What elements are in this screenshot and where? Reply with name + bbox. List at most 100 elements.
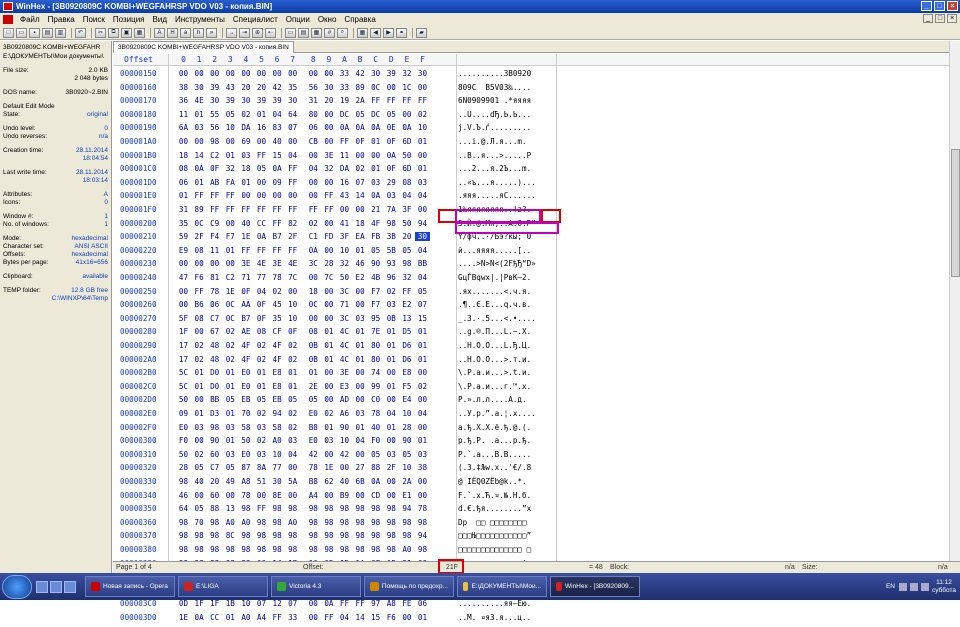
hex-byte[interactable]: E0 <box>306 409 321 418</box>
hex-byte[interactable]: 11 <box>176 110 191 119</box>
hex-byte[interactable]: 7C <box>321 273 336 282</box>
hex-byte[interactable]: 00 <box>321 178 336 187</box>
hex-byte[interactable]: 98 <box>254 545 269 554</box>
hex-byte[interactable]: 98 <box>207 531 222 540</box>
menu-file[interactable]: Файл <box>16 15 44 24</box>
hex-byte[interactable]: 02 <box>223 355 238 364</box>
hex-byte[interactable]: 05 <box>368 450 383 459</box>
hex-row[interactable]: 00000220 E9 08 11 01 FF FF FF FF 0A 00 10 01 05 5B 05 04… <box>113 246 949 260</box>
hex-byte[interactable]: 00 <box>254 69 269 78</box>
hex-byte[interactable]: 04 <box>306 164 321 173</box>
hex-byte[interactable]: 0D <box>176 599 191 608</box>
hex-byte[interactable]: 20 <box>238 83 253 92</box>
hex-byte[interactable]: 00 <box>306 314 321 323</box>
hex-byte[interactable]: 02 <box>306 219 321 228</box>
hex-byte[interactable]: 07 <box>285 599 300 608</box>
hex-byte[interactable]: 00 <box>353 151 368 160</box>
hex-byte[interactable]: 98 <box>321 504 336 513</box>
hex-byte[interactable]: 18 <box>238 164 253 173</box>
menu-help[interactable]: Справка <box>340 15 379 24</box>
hex-byte[interactable]: 04 <box>415 409 430 418</box>
hex-byte[interactable]: A6 <box>337 409 352 418</box>
hex-byte[interactable]: 00 <box>192 69 207 78</box>
hex-byte[interactable]: 01 <box>353 246 368 255</box>
hex-byte[interactable]: 01 <box>321 355 336 364</box>
hex-byte[interactable]: E0 <box>306 436 321 445</box>
ascii-text[interactable]: ....>N>N<(2FђЂ“D» <box>458 259 536 268</box>
hex-byte[interactable]: A4 <box>306 491 321 500</box>
hex-byte[interactable]: FB <box>368 232 383 241</box>
hex-byte[interactable]: 98 <box>207 423 222 432</box>
hex-byte[interactable]: 98 <box>176 531 191 540</box>
hex-byte[interactable]: 42 <box>306 450 321 459</box>
hex-byte[interactable]: 00 <box>254 178 269 187</box>
hex-byte[interactable]: FF <box>321 613 336 622</box>
ascii-text[interactable]: .яx.......<.ч.я. <box>458 287 531 296</box>
hex-byte[interactable]: 98 <box>176 545 191 554</box>
hex-byte[interactable]: E0 <box>238 450 253 459</box>
hex-byte[interactable]: 10 <box>223 123 238 132</box>
hex-byte[interactable]: 00 <box>353 205 368 214</box>
hex-row[interactable]: 00000180 11 01 55 05 02 01 04 64 80 00 DC 05 DC 05 00 02… <box>113 110 949 124</box>
hex-byte[interactable]: 0A <box>399 123 414 132</box>
hex-byte[interactable]: 94 <box>415 219 430 228</box>
hex-byte[interactable]: 01 <box>415 436 430 445</box>
hex-byte[interactable]: 40 <box>192 477 207 486</box>
calculator-icon[interactable]: ▦ <box>311 27 322 38</box>
hex-byte[interactable]: 00 <box>399 613 414 622</box>
new-file-icon[interactable]: □ <box>3 27 14 38</box>
hex-byte[interactable]: 67 <box>207 327 222 336</box>
hex-byte[interactable]: 01 <box>192 110 207 119</box>
hex-byte[interactable]: 7C <box>285 273 300 282</box>
hex-byte[interactable]: 45 <box>270 300 285 309</box>
hex-byte[interactable]: 60 <box>207 450 222 459</box>
hex-byte[interactable]: FF <box>306 205 321 214</box>
hex-byte[interactable]: 0F <box>384 137 399 146</box>
hex-byte[interactable]: FF <box>238 246 253 255</box>
hex-byte[interactable]: 98 <box>337 518 352 527</box>
hex-byte[interactable]: 00 <box>306 69 321 78</box>
hex-byte[interactable]: 98 <box>337 504 352 513</box>
hex-byte[interactable]: 04 <box>337 613 352 622</box>
hex-row[interactable]: 00000150 00 00 00 00 00 00 00 00 00 00 33 42 30 39 32 30… <box>113 69 949 83</box>
hex-byte[interactable]: 01 <box>223 613 238 622</box>
hex-byte[interactable]: A0 <box>223 518 238 527</box>
hex-byte[interactable]: 01 <box>285 368 300 377</box>
hex-byte[interactable]: FF <box>399 96 414 105</box>
mdi-close-button[interactable]: × <box>947 14 957 23</box>
hex-byte[interactable]: 03 <box>254 450 269 459</box>
hex-byte[interactable]: 04 <box>415 273 430 282</box>
hex-byte[interactable]: 00 <box>384 436 399 445</box>
hex-row[interactable]: 00000270 5F 08 C7 0C B7 0F 35 10 00 00 3C 03 95 0B 13 15… <box>113 314 949 328</box>
hex-byte[interactable]: 90 <box>368 259 383 268</box>
hex-byte[interactable]: CF <box>270 327 285 336</box>
hex-byte[interactable]: E8 <box>399 368 414 377</box>
hex-byte[interactable]: 00 <box>384 491 399 500</box>
hex-byte[interactable]: FF <box>192 191 207 200</box>
hex-byte[interactable]: 3F <box>337 232 352 241</box>
hex-byte[interactable]: 4C <box>337 355 352 364</box>
hex-byte[interactable]: 30 <box>270 477 285 486</box>
hex-byte[interactable]: 0A <box>254 232 269 241</box>
hex-byte[interactable]: E0 <box>176 423 191 432</box>
hex-byte[interactable]: B6 <box>192 300 207 309</box>
hex-byte[interactable]: 40 <box>337 477 352 486</box>
hex-byte[interactable]: 09 <box>270 178 285 187</box>
hex-row[interactable]: 000002B0 5C 01 D0 01 E0 01 E8 01 01 00 3E 00 74 00 E8 00… <box>113 368 949 382</box>
hex-byte[interactable]: 30 <box>415 232 430 242</box>
hex-byte[interactable]: 00 <box>254 137 269 146</box>
start-button[interactable] <box>2 574 32 599</box>
hex-byte[interactable]: 3E <box>270 259 285 268</box>
hex-byte[interactable]: 4E <box>192 96 207 105</box>
goto-sector-icon[interactable]: ⇥ <box>239 27 250 38</box>
hex-byte[interactable]: 0A <box>306 246 321 255</box>
hex-byte[interactable]: 32 <box>399 69 414 78</box>
hex-byte[interactable]: 98 <box>353 518 368 527</box>
hex-byte[interactable]: F0 <box>368 436 383 445</box>
hex-byte[interactable]: 8E <box>270 491 285 500</box>
hex-byte[interactable]: E2 <box>399 300 414 309</box>
hex-byte[interactable]: FF <box>384 96 399 105</box>
taskbar-button[interactable]: Victoria 4.3 <box>271 576 361 597</box>
ascii-text[interactable]: ..........3B0920 <box>458 69 531 78</box>
ascii-text[interactable]: d.€.ђя........”x <box>458 504 531 513</box>
